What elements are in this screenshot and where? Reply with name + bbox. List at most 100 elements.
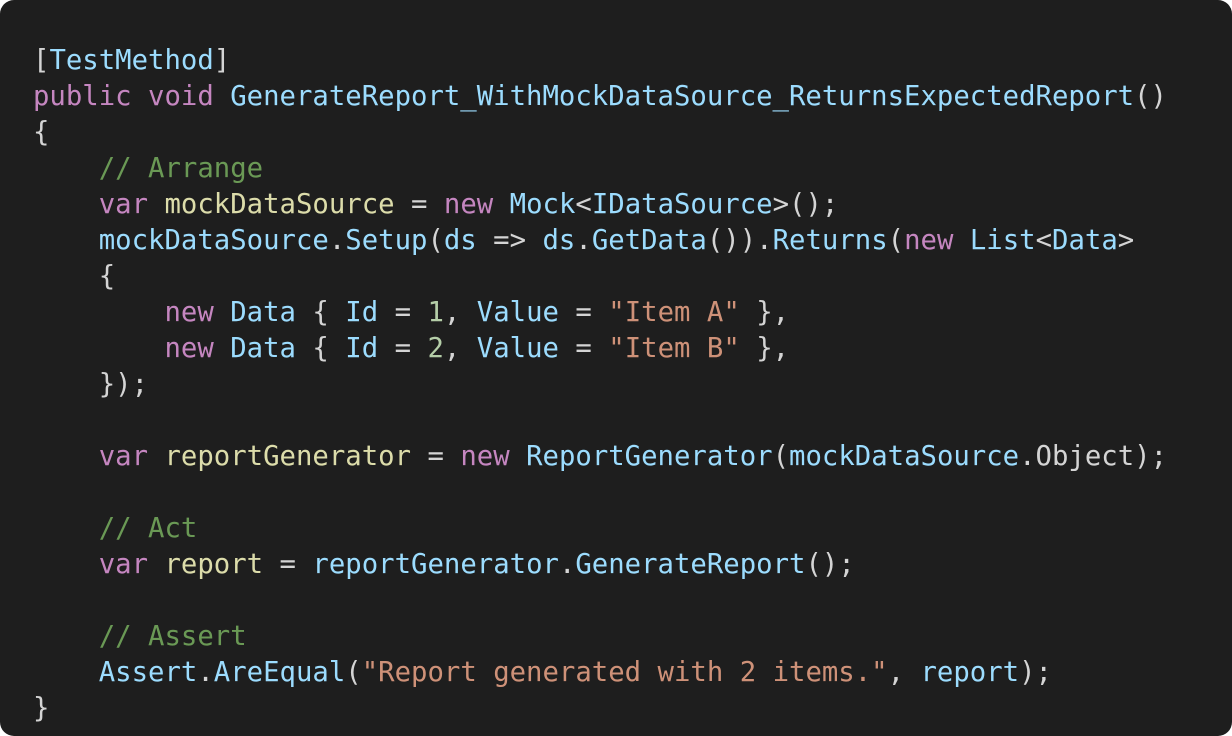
string-token: "Report generated with 2 items." [361, 657, 888, 688]
keyword-token: var [98, 441, 149, 472]
identifier-token: GenerateReport_WithMockDataSource_Return… [230, 81, 1135, 112]
punctuation-token: < [1035, 225, 1053, 256]
string-token: "Item A" [608, 297, 740, 328]
number-token: 2 [427, 333, 444, 364]
code-line: [TestMethod] [33, 43, 1167, 79]
identifier-token: IDataSource [591, 189, 773, 220]
identifier-token: Value [476, 333, 559, 364]
text-token: => [476, 225, 543, 256]
text-token: = [558, 333, 609, 364]
keyword-token: var [98, 189, 149, 220]
identifier-token: Setup [345, 225, 428, 256]
code-line: // Arrange [33, 151, 1167, 187]
code-line: var report = reportGenerator.GenerateRep… [33, 547, 1167, 583]
code-line: new Data { Id = 1, Value = "Item A" }, [33, 295, 1167, 331]
keyword-token: new [164, 333, 214, 364]
text-token: = [378, 297, 428, 328]
text-token: = [263, 549, 313, 580]
identifier-token: Data [230, 333, 296, 364]
comment-token: // Assert [98, 621, 247, 652]
punctuation-token: , [443, 297, 477, 328]
identifier-token: ds [542, 225, 576, 256]
punctuation-token: ( [427, 225, 444, 256]
punctuation-token: . [558, 549, 576, 580]
identifier-token: AreEqual [213, 657, 346, 688]
punctuation-token: ()). [706, 225, 773, 256]
code-line: var reportGenerator = new ReportGenerato… [33, 439, 1167, 475]
text-token: = [378, 333, 428, 364]
punctuation-token: ( [772, 441, 790, 472]
identifier-token: TestMethod [49, 45, 214, 76]
identifier-token: Value [476, 297, 559, 328]
keyword-token: void [148, 81, 214, 112]
punctuation-token: , [443, 333, 477, 364]
punctuation-token: ( [345, 657, 362, 688]
identifier-token: GetData [591, 225, 707, 256]
comment-token: // Arrange [98, 153, 264, 184]
punctuation-token: }); [98, 369, 149, 400]
identifier-token: Id [345, 333, 379, 364]
punctuation-token: . [197, 657, 214, 688]
text-token: { [295, 297, 346, 328]
punctuation-token: ); [1019, 657, 1052, 688]
keyword-token: new [443, 189, 494, 220]
identifier-token: Data [230, 297, 296, 328]
number-token: 1 [427, 297, 444, 328]
punctuation-token: { [33, 117, 50, 148]
code-line: } [33, 691, 1167, 727]
identifier-token: Mock [509, 189, 576, 220]
text-token: = [411, 441, 461, 472]
code-line: Assert.AreEqual("Report generated with 2… [33, 655, 1167, 691]
punctuation-token: . [328, 225, 346, 256]
code-line: // Assert [33, 619, 1167, 655]
punctuation-token: () [1134, 81, 1167, 112]
text-token: { [295, 333, 346, 364]
identifier-token: mockDataSource [789, 441, 1020, 472]
variable-token: mockDataSource [164, 189, 395, 220]
punctuation-token: (); [805, 549, 855, 580]
punctuation-token: < [575, 189, 592, 220]
keyword-token: new [904, 225, 954, 256]
code-block[interactable]: [TestMethod] public void GenerateReport_W… [33, 43, 1167, 727]
punctuation-token: { [98, 261, 116, 292]
punctuation-token: >(); [772, 189, 839, 220]
identifier-token: ds [443, 225, 477, 256]
identifier-token: GenerateReport [575, 549, 806, 580]
code-line: { [33, 115, 1167, 151]
text-token: = [558, 297, 609, 328]
keyword-token: new [164, 297, 214, 328]
string-token: "Item B" [608, 333, 740, 364]
variable-token: reportGenerator [164, 441, 412, 472]
text-token: }, [739, 333, 790, 364]
identifier-token: Id [345, 297, 379, 328]
code-line: { [33, 259, 1167, 295]
keyword-token: var [98, 549, 149, 580]
identifier-token: ReportGenerator [526, 441, 773, 472]
identifier-token: report [920, 657, 1020, 688]
punctuation-token: ( [887, 225, 905, 256]
identifier-token: Assert [98, 657, 198, 688]
code-line: var mockDataSource = new Mock<IDataSourc… [33, 187, 1167, 223]
text-token: }, [739, 297, 790, 328]
punctuation-token: .Object); [1019, 441, 1168, 472]
